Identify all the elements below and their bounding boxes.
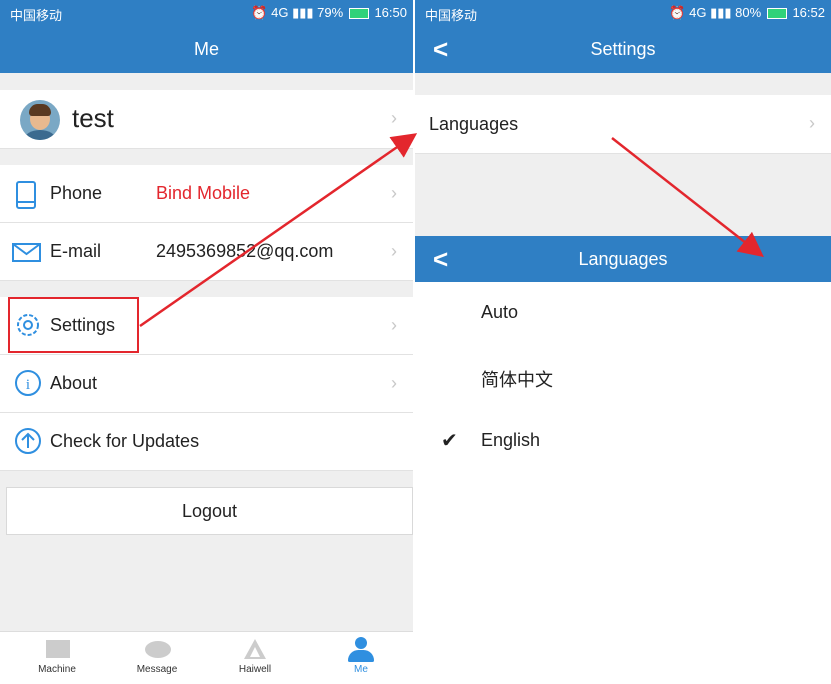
arrow-to-settings [139, 133, 418, 328]
annotation-arrows [139, 133, 764, 328]
arrow-to-languages [611, 137, 764, 258]
